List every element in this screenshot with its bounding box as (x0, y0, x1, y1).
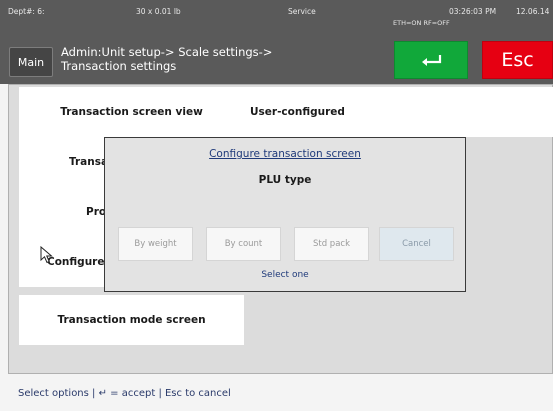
std-pack-button[interactable]: Std pack (294, 227, 369, 261)
enter-arrow-icon: ↵ (98, 388, 107, 399)
status-time: 03:26:03 PM (449, 7, 497, 16)
menu-item-transaction-mode-screen[interactable]: Transaction mode screen (19, 295, 244, 345)
status-date: 12.06.14 (516, 7, 550, 16)
menu-value-transaction-screen-view: User-configured (244, 87, 553, 137)
esc-button[interactable]: Esc (482, 41, 553, 79)
by-weight-button[interactable]: By weight (118, 227, 193, 261)
footer-prefix: Select options | (18, 388, 99, 399)
by-count-button[interactable]: By count (206, 227, 281, 261)
dialog-hint: Select one (261, 270, 309, 280)
menu-item-transaction-screen-view[interactable]: Transaction screen view (19, 87, 244, 137)
status-dept: Dept#: 6: (8, 7, 45, 16)
breadcrumb-line-2: Transaction settings (61, 59, 177, 73)
main-button[interactable]: Main (9, 47, 53, 77)
enter-arrow-icon (422, 55, 442, 66)
footer-instructions: Select options | ↵ = accept | Esc to can… (18, 388, 538, 399)
breadcrumb: Admin:Unit setup-> Scale settings-> Tran… (61, 45, 381, 73)
status-bar: Dept#: 6: 30 x 0.01 lb Service 03:26:03 … (0, 0, 553, 33)
status-weight: 30 x 0.01 lb (136, 7, 181, 16)
menu-item-label: Transaction mode screen (57, 314, 206, 326)
menu-item-label: Transaction screen view (60, 106, 203, 118)
footer-suffix: = accept | Esc to cancel (106, 388, 231, 399)
status-network: ETH=ON RF=OFF (393, 19, 450, 27)
accept-button[interactable] (394, 41, 468, 79)
dialog-title: Configure transaction screen (209, 148, 361, 160)
status-mode: Service (288, 7, 316, 16)
dialog-subtitle: PLU type (258, 174, 312, 186)
plu-type-dialog: Configure transaction screen PLU type By… (104, 137, 466, 292)
mouse-cursor-icon (40, 246, 53, 264)
breadcrumb-line-1: Admin:Unit setup-> Scale settings-> (61, 45, 273, 59)
header-bar: Main Admin:Unit setup-> Scale settings->… (0, 33, 553, 84)
cancel-button[interactable]: Cancel (379, 227, 454, 261)
